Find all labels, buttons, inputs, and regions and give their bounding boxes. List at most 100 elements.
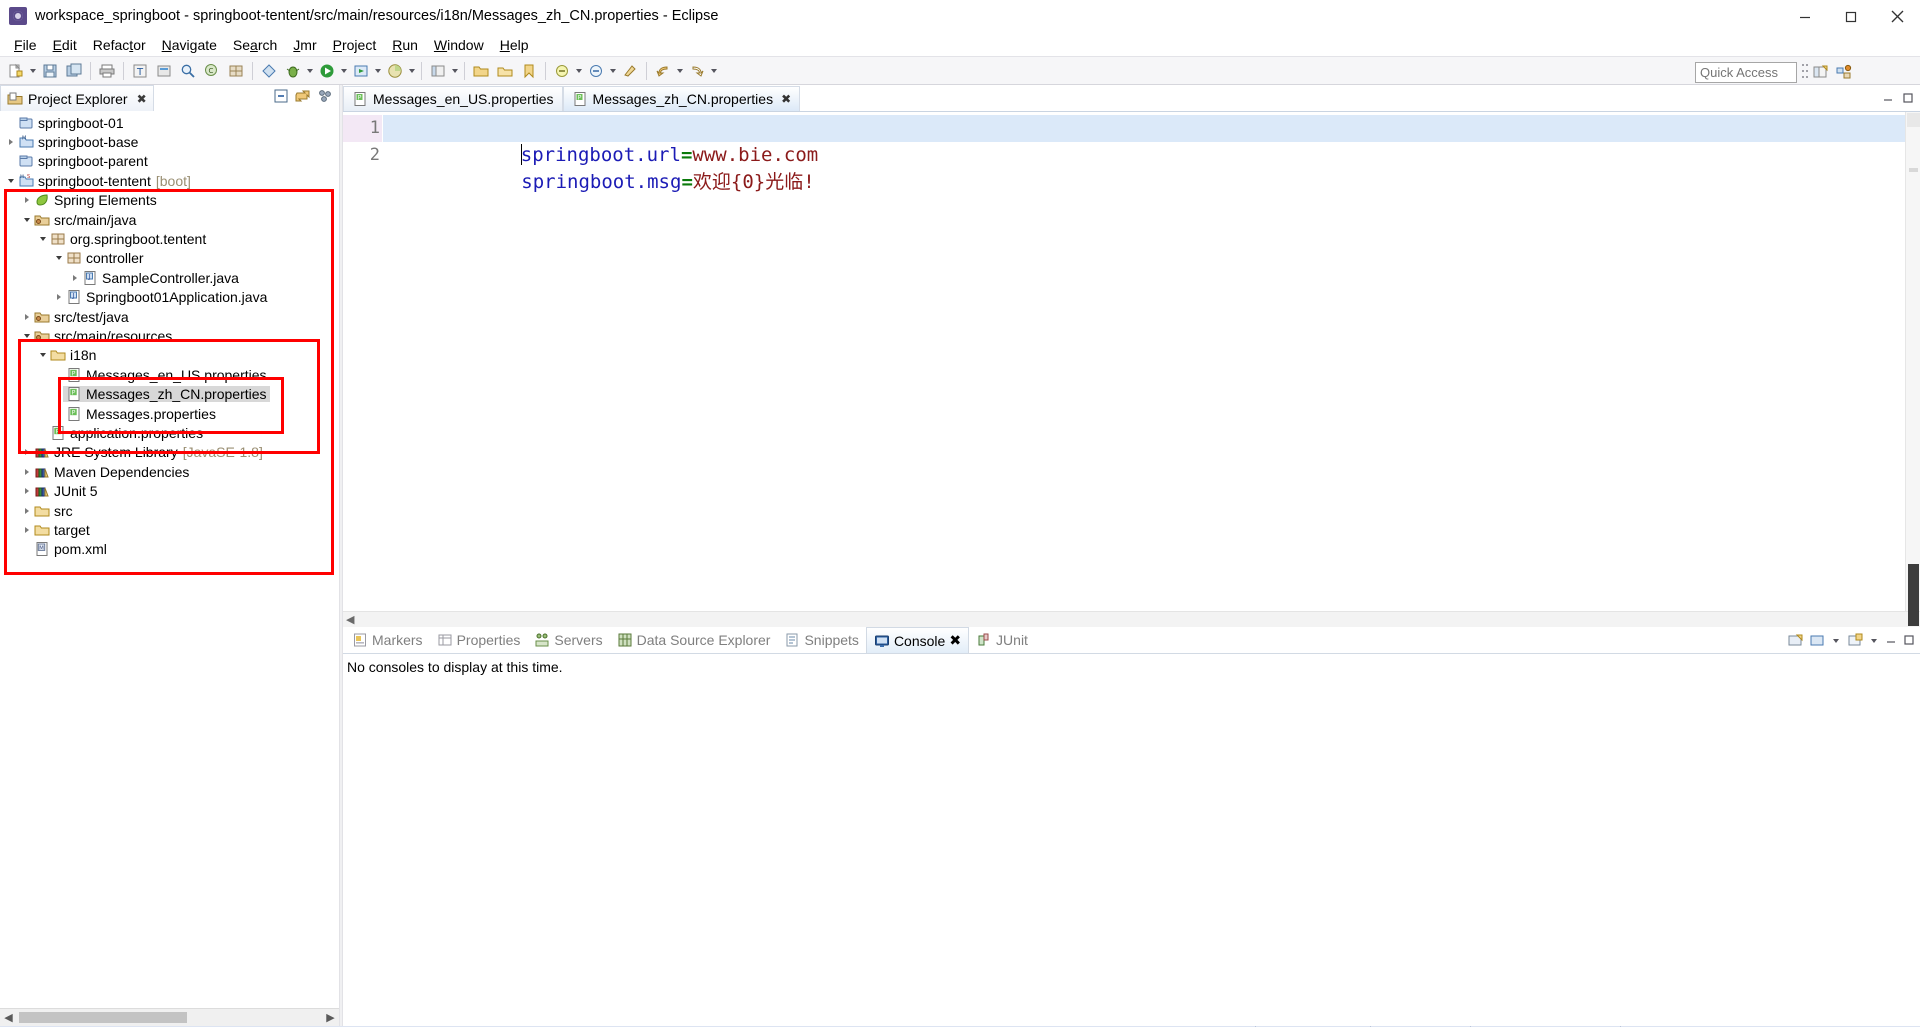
- back-dropdown-icon[interactable]: [675, 61, 685, 81]
- tree-item-samplecontroller-java[interactable]: J SampleController.java: [0, 268, 339, 287]
- view-menu-icon[interactable]: [317, 88, 333, 104]
- close-button[interactable]: [1874, 0, 1920, 33]
- tree-item-pom-xml[interactable]: Mpom.xml: [0, 540, 339, 559]
- debug-icon[interactable]: [282, 60, 304, 82]
- tree-item-junit-5[interactable]: JUnit 5: [0, 481, 339, 500]
- tree-item-messages-zh-cn-properties[interactable]: P Messages_zh_CN.properties: [0, 384, 339, 403]
- project-tree[interactable]: springboot-01 Mspringboot-base springboot-…: [0, 111, 339, 1008]
- tree-expander-down-icon[interactable]: [36, 232, 50, 246]
- run-as-server-icon[interactable]: [350, 60, 372, 82]
- tree-item-springboot-tentent[interactable]: M Sspringboot-tentent [boot]: [0, 171, 339, 190]
- open-perspective-button[interactable]: [1808, 61, 1832, 83]
- tab-markers[interactable]: Markers: [345, 627, 430, 653]
- tree-item-springboot01application-java[interactable]: J Springboot01Application.java: [0, 288, 339, 307]
- vscroll-thumb[interactable]: [1908, 564, 1919, 626]
- tree-item-i18n[interactable]: i18n: [0, 346, 339, 365]
- display-selected-console-icon[interactable]: [1809, 633, 1825, 649]
- menu-refactor[interactable]: Refactor: [85, 36, 154, 54]
- menu-file[interactable]: File: [6, 36, 45, 54]
- debug-dropdown-icon[interactable]: [305, 61, 315, 81]
- tree-item-springboot-base[interactable]: Mspringboot-base: [0, 132, 339, 151]
- editor-hscrollbar[interactable]: ◀ ▶: [343, 611, 1920, 627]
- vscroll-up-button[interactable]: [1907, 113, 1920, 127]
- tree-expander-right-icon[interactable]: [20, 445, 34, 459]
- tree-item-controller[interactable]: controller: [0, 249, 339, 268]
- minimize-editor-icon[interactable]: [1882, 92, 1894, 107]
- minimize-button[interactable]: [1782, 0, 1828, 33]
- tree-expander-right-icon[interactable]: [68, 271, 82, 285]
- tree-item-src[interactable]: src: [0, 501, 339, 520]
- tree-item-jre-system-library[interactable]: JRE System Library [JavaSE-1.8]: [0, 443, 339, 462]
- minimize-console-icon[interactable]: [1885, 634, 1897, 649]
- new-dropdown-icon[interactable]: [28, 61, 38, 81]
- perspective-drag-handle[interactable]: [1801, 62, 1808, 82]
- tree-item-org-springboot-tentent[interactable]: org.springboot.tentent: [0, 229, 339, 248]
- run-as-dropdown-icon[interactable]: [373, 61, 383, 81]
- new-console-dropdown-icon[interactable]: [1869, 631, 1879, 651]
- new-console-view-icon[interactable]: [1847, 633, 1863, 649]
- search-icon[interactable]: [177, 60, 199, 82]
- new-folder-icon[interactable]: [470, 60, 492, 82]
- run-dropdown-icon[interactable]: [339, 61, 349, 81]
- coverage-icon[interactable]: [384, 60, 406, 82]
- code-text-area[interactable]: springboot.url=www.bie.com springboot.ms…: [383, 112, 1905, 611]
- tree-expander-down-icon[interactable]: [36, 348, 50, 362]
- hscroll-thumb[interactable]: [19, 1012, 187, 1023]
- open-resource-icon[interactable]: [494, 60, 516, 82]
- tree-expander-right-icon[interactable]: [52, 290, 66, 304]
- editor-vscrollbar[interactable]: [1905, 112, 1920, 626]
- new-wizard-icon[interactable]: [5, 60, 27, 82]
- tab-servers[interactable]: Servers: [527, 627, 609, 653]
- tree-expander-down-icon[interactable]: [20, 213, 34, 227]
- menu-help[interactable]: Help: [492, 36, 537, 54]
- tree-expander-right-icon[interactable]: [20, 193, 34, 207]
- save-icon[interactable]: [39, 60, 61, 82]
- tree-expander-right-icon[interactable]: [4, 135, 18, 149]
- forward-dropdown-icon[interactable]: [709, 61, 719, 81]
- tree-item-springboot-01[interactable]: springboot-01: [0, 113, 339, 132]
- close-icon[interactable]: ✖: [781, 92, 791, 106]
- back-icon[interactable]: [652, 60, 674, 82]
- tree-item-messages-properties[interactable]: P Messages.properties: [0, 404, 339, 423]
- tree-expander-right-icon[interactable]: [20, 310, 34, 324]
- tree-item-messages-en-us-properties[interactable]: P Messages_en_US.properties: [0, 365, 339, 384]
- run-icon[interactable]: [316, 60, 338, 82]
- tree-item-spring-elements[interactable]: Spring Elements: [0, 191, 339, 210]
- menu-jmr[interactable]: Jmr: [285, 36, 324, 54]
- maximize-editor-icon[interactable]: [1902, 92, 1914, 107]
- external-tools-icon[interactable]: [258, 60, 280, 82]
- tab-data-source-explorer[interactable]: Data Source Explorer: [610, 627, 778, 653]
- tree-expander-down-icon[interactable]: [20, 329, 34, 343]
- tree-item-src-main-java[interactable]: src/main/java: [0, 210, 339, 229]
- collapse-all-icon[interactable]: [273, 88, 289, 104]
- forward-icon[interactable]: [686, 60, 708, 82]
- open-type-icon[interactable]: T: [129, 60, 151, 82]
- next-annotation-dropdown-icon[interactable]: [574, 61, 584, 81]
- menu-edit[interactable]: Edit: [45, 36, 85, 54]
- new-java-class-icon[interactable]: C: [201, 60, 223, 82]
- tree-item-src-main-resources[interactable]: src/main/resources: [0, 326, 339, 345]
- maximize-button[interactable]: [1828, 0, 1874, 33]
- menu-navigate[interactable]: Navigate: [154, 36, 225, 54]
- last-edit-location-icon[interactable]: [619, 60, 641, 82]
- new-java-package-icon[interactable]: [225, 60, 247, 82]
- link-with-editor-icon[interactable]: [295, 88, 311, 104]
- console-dropdown-icon[interactable]: [1831, 631, 1841, 651]
- print-icon[interactable]: [96, 60, 118, 82]
- open-perspective-small-icon[interactable]: [427, 60, 449, 82]
- menu-search[interactable]: Search: [225, 36, 285, 54]
- tree-expander-right-icon[interactable]: [20, 504, 34, 518]
- menu-project[interactable]: Project: [325, 36, 385, 54]
- tree-expander-right-icon[interactable]: [20, 465, 34, 479]
- tree-expander-down-icon[interactable]: [4, 174, 18, 188]
- tab-project-explorer[interactable]: Project Explorer ✖: [0, 85, 154, 111]
- tree-item-springboot-parent[interactable]: springboot-parent: [0, 152, 339, 171]
- tree-expander-right-icon[interactable]: [20, 484, 34, 498]
- close-icon[interactable]: ✖: [137, 92, 147, 106]
- next-annotation-icon[interactable]: [551, 60, 573, 82]
- coverage-dropdown-icon[interactable]: [407, 61, 417, 81]
- tab-console[interactable]: Console ✖: [865, 627, 970, 653]
- close-icon[interactable]: ✖: [949, 632, 961, 649]
- maximize-console-icon[interactable]: [1903, 634, 1915, 649]
- tree-item-target[interactable]: target: [0, 520, 339, 539]
